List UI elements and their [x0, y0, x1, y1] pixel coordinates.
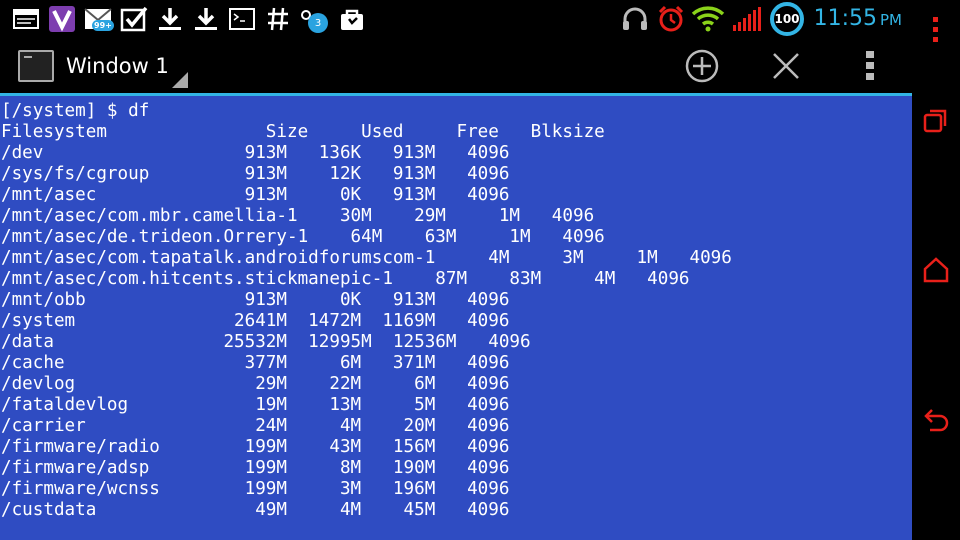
terminal-line: /mnt/asec/de.trideon.Orrery-1 64M 63M 1M…: [1, 227, 605, 247]
alarm-icon: [656, 5, 686, 33]
terminal-line: /mnt/asec/com.tapatalk.androidforumscom-…: [1, 248, 732, 268]
terminal-line: /firmware/wcnss 199M 3M 196M 4096: [1, 479, 510, 499]
notification-count-badge: 99+: [92, 20, 114, 31]
terminal-line: /devlog 29M 22M 6M 4096: [1, 374, 510, 394]
window-spinner-indicator[interactable]: [172, 72, 188, 88]
window-icon: [12, 5, 40, 33]
terminal-line: /custdata 49M 4M 45M 4096: [1, 500, 510, 520]
terminal-line: /mnt/asec/com.mbr.camellia-1 30M 29M 1M …: [1, 206, 595, 226]
overflow-menu-icon[interactable]: [842, 44, 898, 88]
recent-apps-icon[interactable]: [912, 96, 960, 144]
terminal-line: /firmware/radio 199M 43M 156M 4096: [1, 437, 510, 457]
terminal-line: /mnt/obb 913M 0K 913M 4096: [1, 290, 510, 310]
action-bar: Window 1: [0, 38, 912, 94]
status-clock: 11:55 PM: [814, 6, 902, 34]
terminal-line: /cache 377M 6M 371M 4096: [1, 353, 510, 373]
terminal-line: Filesystem Size Used Free Blksize: [1, 122, 605, 142]
tag-count-badge: 3: [308, 13, 328, 33]
terminal-line: /mnt/asec/com.hitcents.stickmanepic-1 87…: [1, 269, 690, 289]
terminal-line: /dev 913M 136K 913M 4096: [1, 143, 510, 163]
navigation-bar: [912, 0, 960, 540]
terminal-line: /system 2641M 1472M 1169M 4096: [1, 311, 510, 331]
clock-ampm: PM: [880, 11, 902, 29]
add-window-icon[interactable]: [674, 44, 730, 88]
wifi-icon: [690, 5, 726, 33]
signal-icon: [730, 5, 764, 33]
terminal-line: /sys/fs/cgroup 913M 12K 913M 4096: [1, 164, 510, 184]
download-icon: [156, 5, 184, 33]
clock-time: 11:55: [813, 6, 877, 31]
close-window-icon[interactable]: [758, 44, 814, 88]
terminal-line: /carrier 24M 4M 20M 4096: [1, 416, 510, 436]
terminal-icon: [228, 5, 256, 33]
battery-icon: 100: [770, 2, 804, 36]
shopping-bag-icon: [338, 5, 366, 33]
back-icon[interactable]: [912, 396, 960, 444]
download-icon: [192, 5, 220, 33]
terminal-output: [/system] $ df Filesystem Size Used Free …: [1, 101, 732, 521]
terminal-line: /firmware/adsp 199M 8M 190M 4096: [1, 458, 510, 478]
window-title[interactable]: Window 1: [66, 54, 169, 78]
hashtag-icon: [264, 5, 292, 33]
status-bar: 99+ 3 100 11:55 PM: [0, 0, 912, 38]
terminal-screen[interactable]: [/system] $ df Filesystem Size Used Free …: [0, 96, 912, 540]
headphones-icon: [620, 5, 650, 33]
terminal-line: /data 25532M 12995M 12536M 4096: [1, 332, 531, 352]
terminal-line: /fataldevlog 19M 13M 5M 4096: [1, 395, 510, 415]
terminal-app-icon[interactable]: [18, 50, 54, 82]
terminal-line: /mnt/asec 913M 0K 913M 4096: [1, 185, 510, 205]
check-icon: [120, 5, 148, 33]
viber-icon: [48, 5, 76, 33]
overflow-menu-button[interactable]: [912, 6, 960, 54]
terminal-line: [/system] $ df: [1, 101, 150, 121]
home-icon[interactable]: [912, 246, 960, 294]
